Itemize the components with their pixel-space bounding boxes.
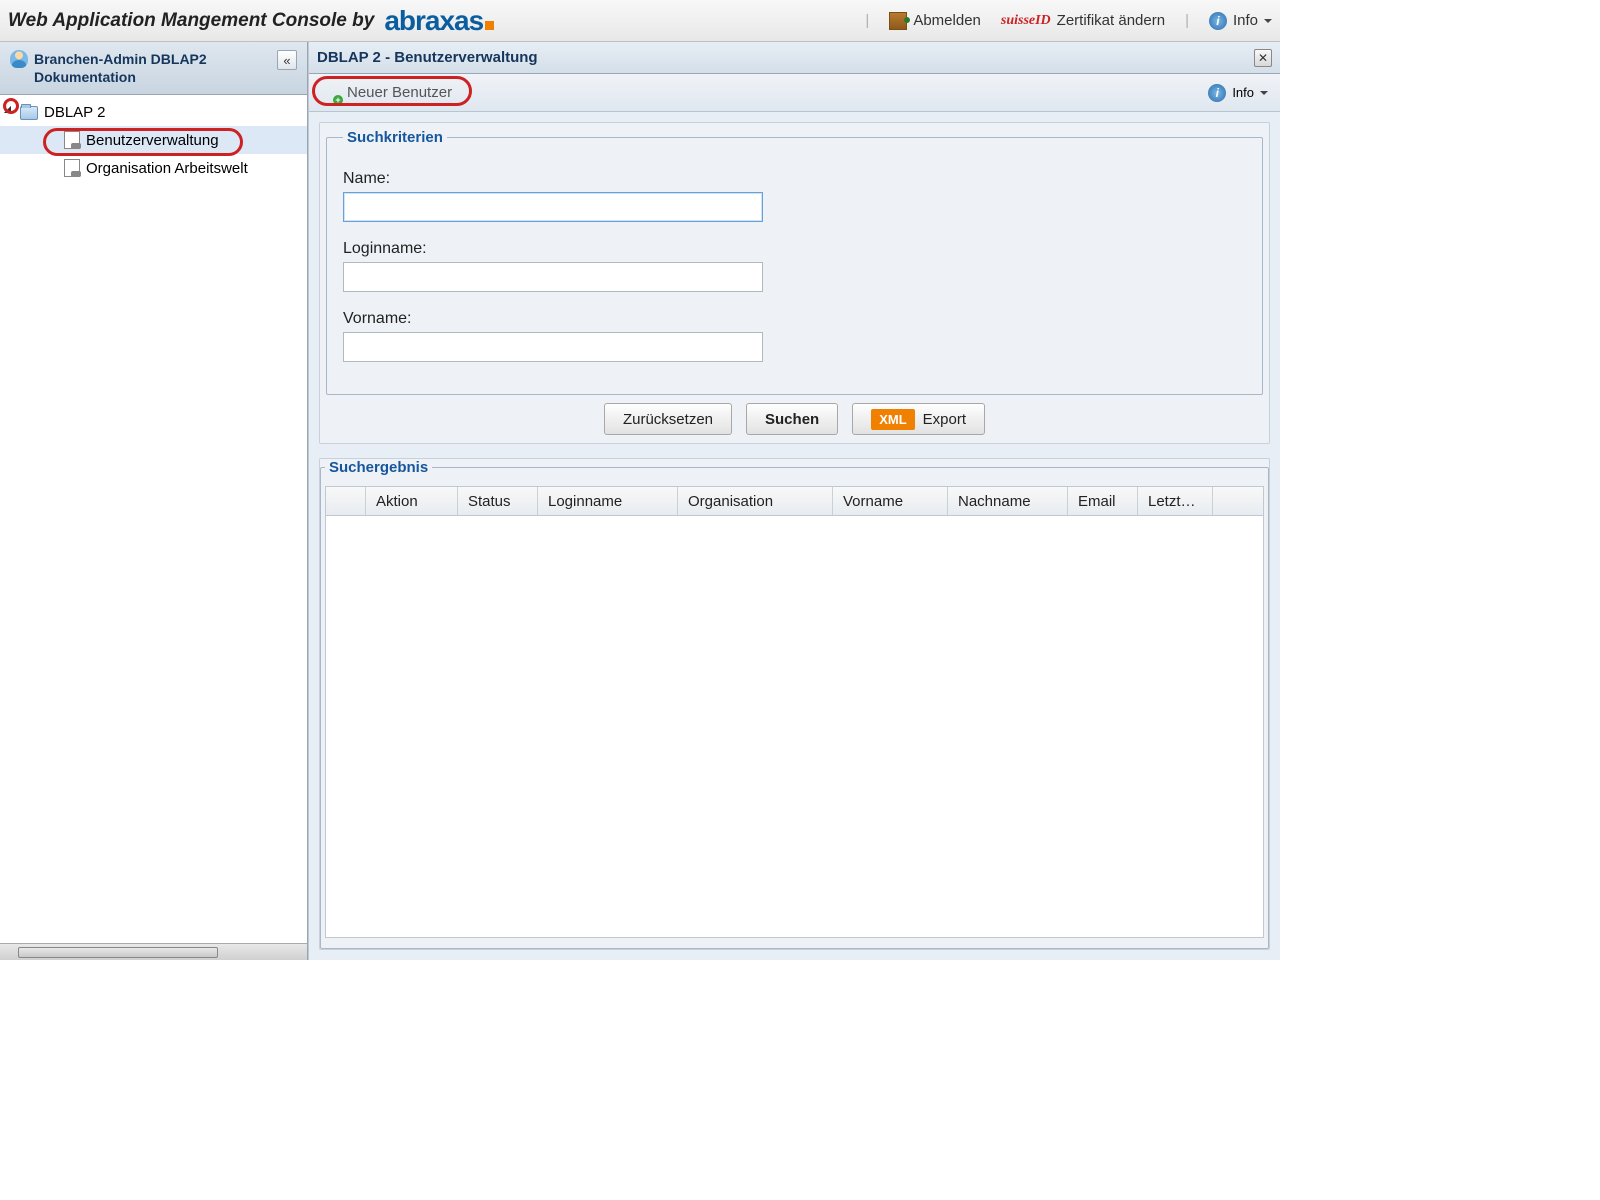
- app-title: Web Application Mangement Console by: [8, 10, 374, 32]
- col-checkbox[interactable]: [326, 487, 366, 515]
- col-loginname[interactable]: Loginname: [538, 487, 678, 515]
- nav-tree: DBLAP 2 Benutzerverwaltung Organisation …: [0, 95, 307, 943]
- info-icon: i: [1209, 12, 1227, 30]
- search-results-panel: Suchergebnis Aktion Status Loginname Org…: [319, 458, 1270, 950]
- cert-change-label: Zertifikat ändern: [1057, 12, 1165, 29]
- xml-badge-icon: XML: [871, 409, 914, 430]
- col-vorname[interactable]: Vorname: [833, 487, 948, 515]
- name-label: Name:: [343, 170, 1246, 188]
- sidebar-scrollbar[interactable]: [0, 943, 307, 960]
- tree-node-benutzerverwaltung[interactable]: Benutzerverwaltung: [0, 126, 307, 154]
- sidebar-header: Branchen-Admin DBLAP2 Dokumentation: [0, 42, 307, 95]
- col-nachname[interactable]: Nachname: [948, 487, 1068, 515]
- panel-info-label: Info: [1232, 85, 1254, 100]
- sidebar: Branchen-Admin DBLAP2 Dokumentation DBLA…: [0, 42, 308, 960]
- collapse-sidebar-button[interactable]: [277, 50, 297, 70]
- export-xml-button[interactable]: XML Export: [852, 403, 985, 435]
- tree-root-label: DBLAP 2: [44, 104, 105, 121]
- sidebar-title-line2: Dokumentation: [34, 68, 207, 86]
- main-title-bar: DBLAP 2 - Benutzerverwaltung ✕: [309, 42, 1280, 74]
- col-email[interactable]: Email: [1068, 487, 1138, 515]
- loginname-input[interactable]: [343, 262, 763, 292]
- col-organisation[interactable]: Organisation: [678, 487, 833, 515]
- suisseid-logo-icon: suisseID: [1001, 13, 1051, 29]
- col-aktion[interactable]: Aktion: [366, 487, 458, 515]
- separator-icon: |: [865, 12, 869, 29]
- cert-change-link[interactable]: suisseID Zertifikat ändern: [1001, 12, 1165, 29]
- user-add-icon: +: [321, 83, 341, 103]
- reset-button[interactable]: Zurücksetzen: [604, 403, 732, 435]
- col-status[interactable]: Status: [458, 487, 538, 515]
- topbar: Web Application Mangement Console by abr…: [0, 0, 1280, 42]
- logout-label: Abmelden: [913, 12, 981, 29]
- close-panel-button[interactable]: ✕: [1254, 49, 1272, 67]
- main-panel: DBLAP 2 - Benutzerverwaltung ✕ + Neuer B…: [308, 42, 1280, 960]
- results-grid-body: [325, 516, 1264, 938]
- scrollbar-thumb[interactable]: [18, 947, 218, 958]
- name-input[interactable]: [343, 192, 763, 222]
- separator-icon: |: [1185, 12, 1189, 29]
- tree-child1-label: Benutzerverwaltung: [86, 132, 219, 149]
- panel-info-menu[interactable]: i Info: [1208, 84, 1268, 102]
- search-criteria-panel: Suchkriterien Name: Loginname: Vorname:: [319, 122, 1270, 444]
- expand-triangle-icon[interactable]: [4, 106, 18, 120]
- results-legend: Suchergebnis: [325, 459, 432, 476]
- tree-child2-label: Organisation Arbeitswelt: [86, 160, 248, 177]
- tree-node-root[interactable]: DBLAP 2: [0, 99, 307, 126]
- tree-node-organisation[interactable]: Organisation Arbeitswelt: [0, 154, 307, 182]
- new-user-button[interactable]: + Neuer Benutzer: [321, 83, 452, 103]
- user-icon: [10, 50, 28, 68]
- chevron-down-icon: [1260, 91, 1268, 99]
- document-icon: [64, 159, 80, 177]
- folder-icon: [20, 106, 38, 120]
- document-icon: [64, 131, 80, 149]
- info-label: Info: [1233, 12, 1258, 29]
- brand-logo: abraxas: [384, 5, 494, 37]
- main-title: DBLAP 2 - Benutzerverwaltung: [317, 49, 538, 66]
- sidebar-title-line1: Branchen-Admin DBLAP2: [34, 50, 207, 68]
- search-criteria-legend: Suchkriterien: [343, 129, 447, 146]
- info-icon: i: [1208, 84, 1226, 102]
- vorname-input[interactable]: [343, 332, 763, 362]
- results-grid-header: Aktion Status Loginname Organisation Vor…: [325, 486, 1264, 516]
- info-menu[interactable]: i Info: [1209, 12, 1272, 30]
- new-user-label: Neuer Benutzer: [347, 84, 452, 101]
- toolbar: + Neuer Benutzer i Info: [309, 74, 1280, 112]
- col-letzt[interactable]: Letzt…: [1138, 487, 1213, 515]
- search-button[interactable]: Suchen: [746, 403, 838, 435]
- chevron-down-icon: [1264, 19, 1272, 27]
- loginname-label: Loginname:: [343, 240, 1246, 258]
- vorname-label: Vorname:: [343, 310, 1246, 328]
- logout-link[interactable]: Abmelden: [889, 12, 981, 30]
- door-exit-icon: [889, 12, 907, 30]
